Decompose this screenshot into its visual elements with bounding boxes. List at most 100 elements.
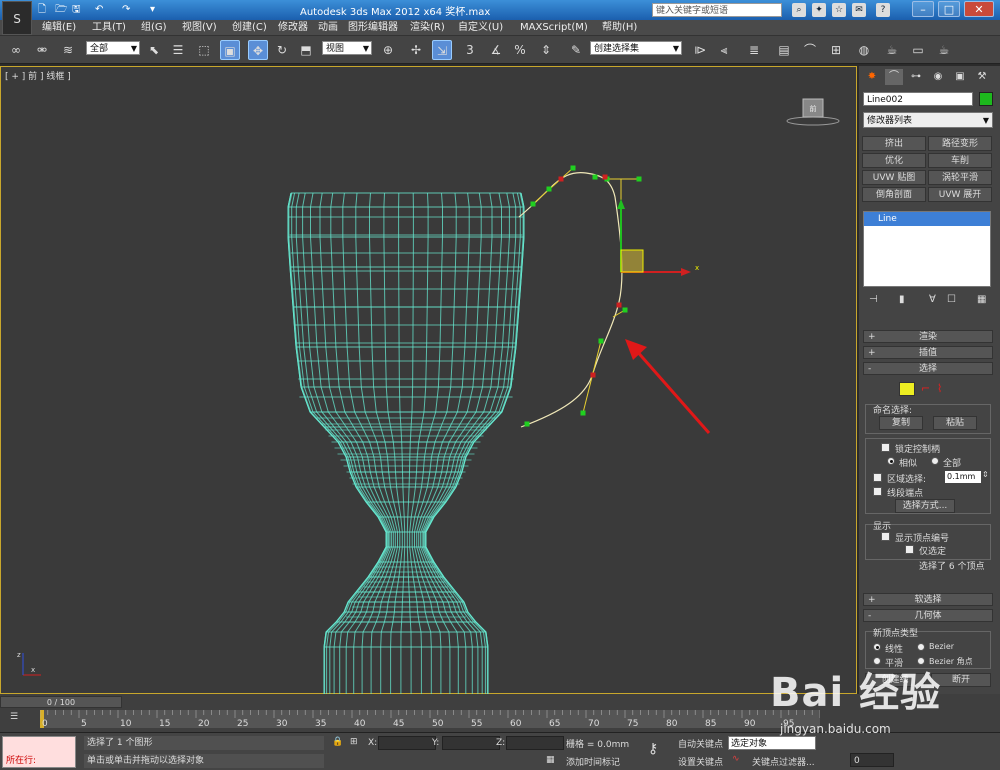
all-radio[interactable] xyxy=(931,457,939,465)
area-selection-input[interactable]: 0.1mm xyxy=(945,471,981,483)
binoculars-icon[interactable]: ⌕ xyxy=(792,3,806,17)
help-icon[interactable]: ? xyxy=(876,3,890,17)
menu-graph-editors[interactable]: 图形编辑器 xyxy=(348,21,398,35)
search-input[interactable]: 键入关键字或短语 xyxy=(652,3,782,17)
open-file-icon[interactable]: 🗁 xyxy=(55,3,67,17)
select-by-button[interactable]: 选择方式... xyxy=(895,499,955,513)
named-selection-dropdown[interactable]: 创建选择集 ▼ xyxy=(590,41,682,55)
current-frame-input[interactable]: 0 xyxy=(850,753,894,767)
stack-item-line[interactable]: Line xyxy=(864,212,990,226)
modify-tab-icon[interactable]: ⌒ xyxy=(885,69,903,85)
keyboard-shortcut-toggle-icon[interactable]: ⇲ xyxy=(432,40,452,60)
selection-lock-icon[interactable]: 🔒 xyxy=(332,737,343,747)
motion-tab-icon[interactable]: ◉ xyxy=(929,69,947,85)
material-editor-icon[interactable]: ◍ xyxy=(854,40,874,60)
object-name-field[interactable]: Line002 xyxy=(863,92,973,106)
menu-rendering[interactable]: 渲染(R) xyxy=(410,21,445,35)
configure-sets-icon[interactable]: ▦ xyxy=(977,294,986,305)
linear-radio[interactable] xyxy=(873,643,881,651)
menu-tools[interactable]: 工具(T) xyxy=(92,21,126,35)
menu-animation[interactable]: 动画 xyxy=(318,21,338,35)
mirror-icon[interactable]: ⧐ xyxy=(690,40,710,60)
align-icon[interactable]: ⫷ xyxy=(714,40,734,60)
rollout-rendering[interactable]: + 渲染 xyxy=(863,330,993,343)
track-bar[interactable]: 0510152025303540455055606570758085909510… xyxy=(40,710,820,728)
menu-maxscript[interactable]: MAXScript(M) xyxy=(520,21,588,35)
show-vertex-numbers-checkbox[interactable] xyxy=(881,532,890,541)
rollout-selection[interactable]: - 选择 xyxy=(863,362,993,375)
auto-key-button[interactable]: 自动关键点 xyxy=(678,737,723,750)
lock-handles-checkbox[interactable] xyxy=(881,443,890,452)
new-file-icon[interactable]: 🗋 xyxy=(38,3,46,17)
rollout-interpolation[interactable]: + 插值 xyxy=(863,346,993,359)
set-key-button[interactable]: 设置关键点 xyxy=(678,755,723,768)
key-filters-button[interactable]: 关键点过滤器... xyxy=(752,755,815,768)
star-icon[interactable]: ☆ xyxy=(832,3,846,17)
spinner-icon[interactable]: ⇕ xyxy=(982,470,989,479)
schematic-view-icon[interactable]: ⊞ xyxy=(826,40,846,60)
create-tab-icon[interactable]: ✸ xyxy=(863,69,881,85)
move-gizmo[interactable]: x xyxy=(617,199,699,276)
menu-help[interactable]: 帮助(H) xyxy=(602,21,637,35)
scene-canvas[interactable]: x x z xyxy=(1,67,858,695)
paste-button[interactable]: 粘贴 xyxy=(933,416,977,430)
area-selection-checkbox[interactable] xyxy=(873,473,882,482)
modifier-optimize-button[interactable]: 优化 xyxy=(862,153,926,168)
segment-subobject-icon[interactable]: ⌐ xyxy=(921,382,930,395)
show-end-result-icon[interactable]: ▮ xyxy=(899,294,905,305)
similar-radio[interactable] xyxy=(887,457,895,465)
utilities-tab-icon[interactable]: ⚒ xyxy=(973,69,991,85)
select-by-name-icon[interactable]: ☰ xyxy=(168,40,188,60)
selected-vertex[interactable] xyxy=(558,176,564,182)
render-production-icon[interactable]: ☕ xyxy=(934,40,954,60)
z-coordinate-input[interactable] xyxy=(506,736,564,750)
x-coordinate-input[interactable] xyxy=(378,736,436,750)
handle-vertex[interactable] xyxy=(570,165,576,171)
quick-access-dropdown-icon[interactable]: ▾ xyxy=(150,3,155,17)
percent-snap-icon[interactable]: % xyxy=(510,40,530,60)
spline-subobject-icon[interactable]: ⌇ xyxy=(937,382,942,395)
reference-coord-dropdown[interactable]: 视图 ▼ xyxy=(322,41,372,55)
app-menu-icon[interactable]: S xyxy=(2,1,32,35)
key-curve-icon[interactable]: ∿ xyxy=(732,754,740,764)
selected-vertex[interactable] xyxy=(616,302,622,308)
handle-vertex[interactable] xyxy=(622,307,628,313)
modifier-extrude-button[interactable]: 挤出 xyxy=(862,136,926,151)
hierarchy-tab-icon[interactable]: ⊶ xyxy=(907,69,925,85)
menu-modifiers[interactable]: 修改器 xyxy=(278,21,308,35)
window-crossing-icon[interactable]: ▣ xyxy=(220,40,240,60)
menu-edit[interactable]: 编辑(E) xyxy=(42,21,76,35)
tools-icon[interactable]: ✦ xyxy=(812,3,826,17)
modifier-turbosmooth-button[interactable]: 涡轮平滑 xyxy=(928,170,992,185)
menu-create[interactable]: 创建(C) xyxy=(232,21,267,35)
make-unique-icon[interactable]: ∀ xyxy=(929,294,936,305)
mini-curve-icon[interactable]: ☰ xyxy=(10,712,18,722)
add-time-tag[interactable]: 添加时间标记 xyxy=(566,755,620,768)
menu-customize[interactable]: 自定义(U) xyxy=(458,21,503,35)
minimize-button[interactable]: – xyxy=(912,1,934,17)
edit-named-sel-icon[interactable]: ✎ xyxy=(566,40,586,60)
link-icon[interactable]: ∞ xyxy=(6,40,26,60)
exchange-icon[interactable]: ✉ xyxy=(852,3,866,17)
select-scale-icon[interactable]: ⬒ xyxy=(296,40,316,60)
selection-filter-dropdown[interactable]: 全部 ▼ xyxy=(86,41,140,55)
segment-end-checkbox[interactable] xyxy=(873,487,882,496)
angle-snap-icon[interactable]: ∡ xyxy=(486,40,506,60)
vertex-subobject-icon[interactable] xyxy=(899,382,915,396)
handle-vertex[interactable] xyxy=(524,421,530,427)
remove-modifier-icon[interactable]: ☐ xyxy=(947,294,956,305)
snaps-toggle-icon[interactable]: 3 xyxy=(460,40,480,60)
redo-icon[interactable]: ↷ xyxy=(122,3,130,17)
rollout-geometry[interactable]: - 几何体 xyxy=(863,609,993,622)
maxscript-listener[interactable]: 所在行: xyxy=(2,736,76,768)
front-viewport[interactable]: [ + ] 前 ] 线框 ] 前 x x z xyxy=(0,66,858,695)
time-slider[interactable]: 0 / 100 xyxy=(0,696,122,708)
create-line-button[interactable]: 创建线 xyxy=(865,673,925,687)
handle-vertex[interactable] xyxy=(546,186,552,192)
key-icon[interactable]: ⚷ xyxy=(648,741,658,757)
undo-icon[interactable]: ↶ xyxy=(95,3,103,17)
select-manipulate-icon[interactable]: ✢ xyxy=(406,40,426,60)
modifier-list-dropdown[interactable]: 修改器列表 ▼ xyxy=(863,112,993,128)
object-color-swatch[interactable] xyxy=(979,92,993,106)
bezier-radio[interactable] xyxy=(917,643,925,651)
